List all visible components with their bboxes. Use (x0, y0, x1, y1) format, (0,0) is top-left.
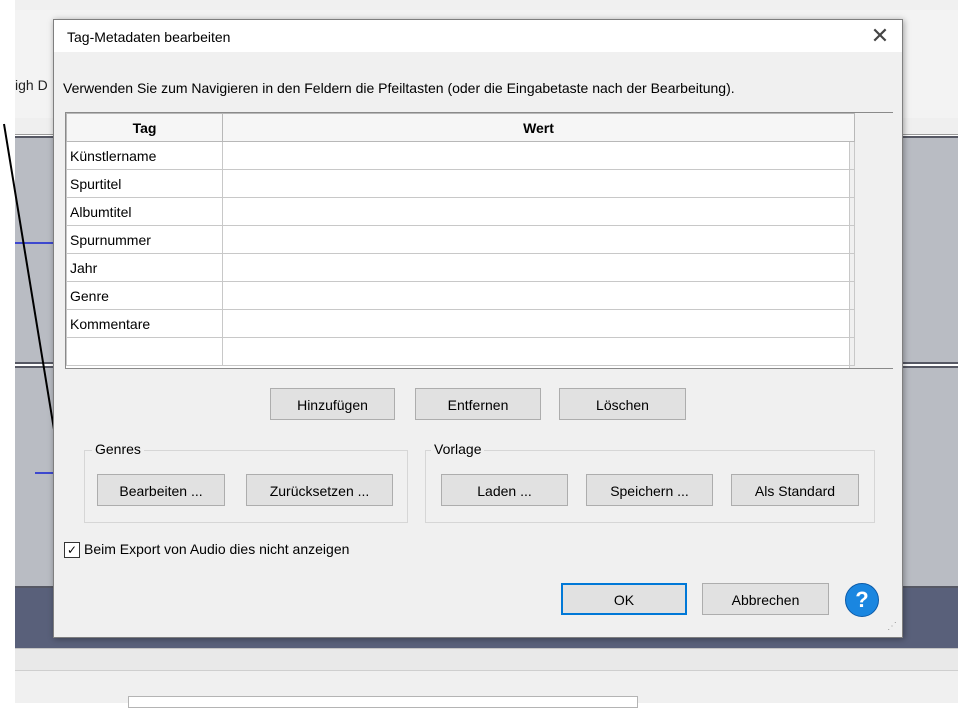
ok-button[interactable]: OK (561, 583, 687, 615)
set-default-template-button[interactable]: Als Standard (731, 474, 859, 506)
edit-genres-button[interactable]: Bearbeiten ... (97, 474, 225, 506)
metadata-grid: Tag Wert Künstlername Spurtitel Albumtit… (65, 112, 893, 369)
reset-genres-button[interactable]: Zurücksetzen ... (246, 474, 393, 506)
value-cell[interactable] (222, 281, 855, 310)
table-row[interactable]: Künstlername (66, 141, 855, 170)
template-group-label: Vorlage (431, 441, 485, 457)
tag-cell[interactable]: Albumtitel (66, 197, 223, 226)
value-cell[interactable] (222, 141, 855, 170)
table-row[interactable]: Albumtitel (66, 197, 855, 226)
cancel-button[interactable]: Abbrechen (702, 583, 829, 615)
dont-show-on-export-label[interactable]: Beim Export von Audio dies nicht anzeige… (84, 541, 349, 557)
value-cell[interactable] (222, 309, 855, 338)
table-row[interactable]: Genre (66, 281, 855, 310)
column-header-value[interactable]: Wert (222, 113, 855, 142)
remove-button[interactable]: Entfernen (415, 388, 541, 420)
tag-cell[interactable] (66, 337, 223, 366)
metadata-table: Tag Wert Künstlername Spurtitel Albumtit… (66, 113, 855, 366)
add-button[interactable]: Hinzufügen (270, 388, 395, 420)
table-row[interactable]: Spurnummer (66, 225, 855, 254)
table-row[interactable]: Kommentare (66, 309, 855, 338)
genres-group: Genres Bearbeiten ... Zurücksetzen ... (84, 441, 408, 523)
value-cell[interactable] (222, 169, 855, 198)
help-icon[interactable]: ? (845, 583, 879, 617)
dont-show-on-export-checkbox[interactable]: ✓ (64, 542, 80, 558)
value-cell[interactable] (222, 337, 855, 366)
column-header-tag[interactable]: Tag (66, 113, 223, 142)
tag-cell[interactable]: Jahr (66, 253, 223, 282)
dialog-title: Tag-Metadaten bearbeiten (67, 29, 231, 45)
genres-group-label: Genres (92, 441, 144, 457)
background-input-field (128, 696, 638, 708)
load-template-button[interactable]: Laden ... (441, 474, 568, 506)
tag-cell[interactable]: Spurtitel (66, 169, 223, 198)
value-cell[interactable] (222, 253, 855, 282)
navigation-hint: Verwenden Sie zum Navigieren in den Feld… (63, 80, 735, 96)
grid-empty-column (849, 113, 893, 368)
background-lower-bar (15, 648, 958, 671)
table-row[interactable]: Jahr (66, 253, 855, 282)
dialog-titlebar: Tag-Metadaten bearbeiten ✕ (54, 20, 902, 52)
save-template-button[interactable]: Speichern ... (586, 474, 713, 506)
tag-cell[interactable]: Genre (66, 281, 223, 310)
template-group: Vorlage Laden ... Speichern ... Als Stan… (425, 441, 875, 523)
background-track-label: igh D (15, 77, 48, 93)
clear-button[interactable]: Löschen (559, 388, 686, 420)
resize-grip-icon[interactable]: ⋰ (887, 621, 899, 633)
close-icon[interactable]: ✕ (866, 23, 894, 49)
tag-cell[interactable]: Künstlername (66, 141, 223, 170)
tag-cell[interactable]: Spurnummer (66, 225, 223, 254)
table-row[interactable]: Spurtitel (66, 169, 855, 198)
tag-cell[interactable]: Kommentare (66, 309, 223, 338)
value-cell[interactable] (222, 197, 855, 226)
table-row[interactable] (66, 337, 855, 366)
value-cell[interactable] (222, 225, 855, 254)
tag-metadata-dialog: Tag-Metadaten bearbeiten ✕ Verwenden Sie… (53, 19, 903, 638)
